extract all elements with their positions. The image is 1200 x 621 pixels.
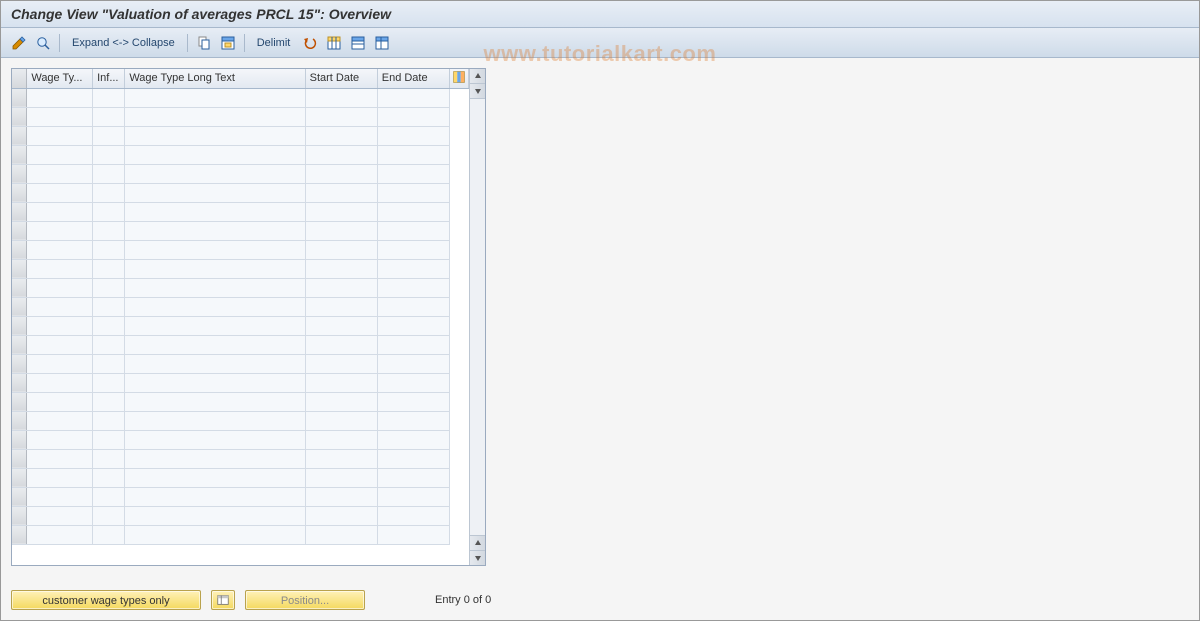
col-end-date[interactable]: End Date bbox=[377, 69, 449, 88]
scrollbar-track[interactable] bbox=[470, 99, 485, 535]
table-row[interactable] bbox=[12, 487, 469, 506]
col-inf[interactable]: Inf... bbox=[93, 69, 125, 88]
table-body bbox=[12, 88, 469, 544]
table-settings-icon-3[interactable] bbox=[372, 33, 392, 53]
table-row[interactable] bbox=[12, 221, 469, 240]
position-icon-button[interactable] bbox=[211, 590, 235, 610]
table-row[interactable] bbox=[12, 126, 469, 145]
table-row[interactable] bbox=[12, 392, 469, 411]
scroll-down-icon-2[interactable] bbox=[470, 550, 485, 565]
grid-body: Wage Ty... Inf... Wage Type Long Text St… bbox=[12, 69, 469, 565]
table-row[interactable] bbox=[12, 183, 469, 202]
content-area: Wage Ty... Inf... Wage Type Long Text St… bbox=[1, 58, 1199, 576]
toolbar: Expand <-> Collapse Delimit bbox=[1, 28, 1199, 58]
separator bbox=[59, 34, 60, 52]
table-row[interactable] bbox=[12, 373, 469, 392]
separator bbox=[187, 34, 188, 52]
table-row[interactable] bbox=[12, 449, 469, 468]
undo-icon[interactable] bbox=[300, 33, 320, 53]
table-row[interactable] bbox=[12, 297, 469, 316]
select-all-icon[interactable] bbox=[218, 33, 238, 53]
table-row[interactable] bbox=[12, 145, 469, 164]
table-row[interactable] bbox=[12, 240, 469, 259]
table-row[interactable] bbox=[12, 202, 469, 221]
details-icon[interactable] bbox=[33, 33, 53, 53]
table-row[interactable] bbox=[12, 278, 469, 297]
vertical-scrollbar[interactable] bbox=[469, 69, 485, 565]
table-settings-icon-2[interactable] bbox=[348, 33, 368, 53]
copy-icon[interactable] bbox=[194, 33, 214, 53]
table-row[interactable] bbox=[12, 411, 469, 430]
entry-status: Entry 0 of 0 bbox=[435, 594, 491, 606]
customer-wage-types-button[interactable]: customer wage types only bbox=[11, 590, 201, 610]
table-row[interactable] bbox=[12, 525, 469, 544]
delimit-button[interactable]: Delimit bbox=[251, 37, 297, 49]
table-row[interactable] bbox=[12, 506, 469, 525]
table-row[interactable] bbox=[12, 164, 469, 183]
separator bbox=[244, 34, 245, 52]
footer: customer wage types only Position... Ent… bbox=[11, 590, 491, 610]
table-row[interactable] bbox=[12, 259, 469, 278]
col-wage-type[interactable]: Wage Ty... bbox=[27, 69, 93, 88]
scroll-down-icon[interactable] bbox=[470, 84, 485, 99]
sap-window: Change View "Valuation of averages PRCL … bbox=[0, 0, 1200, 621]
table-row[interactable] bbox=[12, 335, 469, 354]
data-table: Wage Ty... Inf... Wage Type Long Text St… bbox=[12, 69, 469, 545]
data-grid: Wage Ty... Inf... Wage Type Long Text St… bbox=[11, 68, 486, 566]
scroll-up-icon[interactable] bbox=[470, 69, 485, 84]
expand-collapse-button[interactable]: Expand <-> Collapse bbox=[66, 37, 181, 49]
table-settings-icon-1[interactable] bbox=[324, 33, 344, 53]
scroll-up-icon-2[interactable] bbox=[470, 535, 485, 550]
table-row[interactable] bbox=[12, 430, 469, 449]
row-select-header[interactable] bbox=[12, 69, 27, 88]
col-start-date[interactable]: Start Date bbox=[305, 69, 377, 88]
table-row[interactable] bbox=[12, 354, 469, 373]
title-bar: Change View "Valuation of averages PRCL … bbox=[1, 1, 1199, 28]
table-row[interactable] bbox=[12, 468, 469, 487]
table-row[interactable] bbox=[12, 88, 469, 107]
table-row[interactable] bbox=[12, 107, 469, 126]
col-long-text[interactable]: Wage Type Long Text bbox=[125, 69, 305, 88]
position-button[interactable]: Position... bbox=[245, 590, 365, 610]
page-title: Change View "Valuation of averages PRCL … bbox=[11, 6, 391, 22]
table-row[interactable] bbox=[12, 316, 469, 335]
toggle-edit-icon[interactable] bbox=[9, 33, 29, 53]
table-personalize-icon[interactable] bbox=[449, 69, 468, 88]
